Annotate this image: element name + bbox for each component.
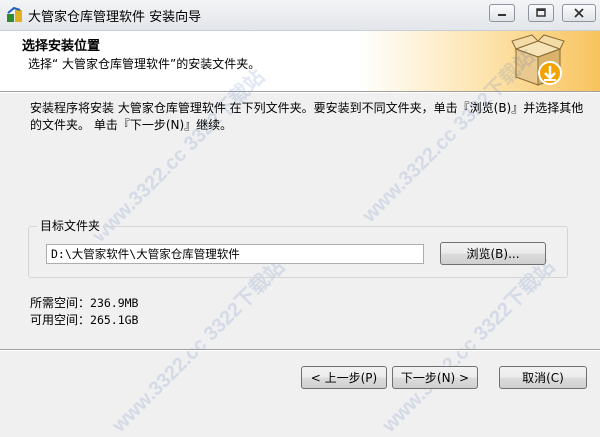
footer-divider [0,349,600,351]
close-icon [574,8,584,18]
watermark: www.3322.cc 3322下载站 [108,255,290,437]
wizard-header: 选择安装位置 选择“ 大管家仓库管理软件”的安装文件夹。 [0,31,600,91]
maximize-icon [536,8,546,17]
back-button[interactable]: < 上一步(P) [301,366,387,389]
available-space: 可用空间：265.1GB [30,311,138,328]
page-subtitle: 选择“ 大管家仓库管理软件”的安装文件夹。 [28,57,261,71]
header-divider [0,91,600,93]
available-space-value: 265.1GB [90,313,139,327]
cancel-button[interactable]: 取消(C) [499,366,587,389]
next-button[interactable]: 下一步(N) > [392,366,478,389]
title-bar: 大管家仓库管理软件 安装向导 [0,0,600,31]
required-space-label: 所需空间： [30,296,91,310]
minimize-icon [498,14,506,16]
required-space: 所需空间：236.9MB [30,294,138,311]
maximize-button[interactable] [528,4,554,22]
page-title: 选择安装位置 [22,39,101,54]
package-install-icon [511,34,565,86]
app-icon [7,6,22,22]
close-button[interactable] [562,4,596,22]
window-title: 大管家仓库管理软件 安装向导 [28,10,202,25]
instruction-text: 安装程序将安装 大管家仓库管理软件 在下列文件夹。要安装到不同文件夹，单击『浏览… [30,101,584,132]
destination-folder-label: 目标文件夹 [37,217,104,234]
required-space-value: 236.9MB [90,296,139,310]
available-space-label: 可用空间： [30,313,91,327]
browse-button[interactable]: 浏览(B)... [440,242,546,265]
watermark: www.3322.cc 3322下载站 [378,255,560,437]
install-path-input[interactable] [46,244,424,264]
minimize-button[interactable] [489,4,515,22]
